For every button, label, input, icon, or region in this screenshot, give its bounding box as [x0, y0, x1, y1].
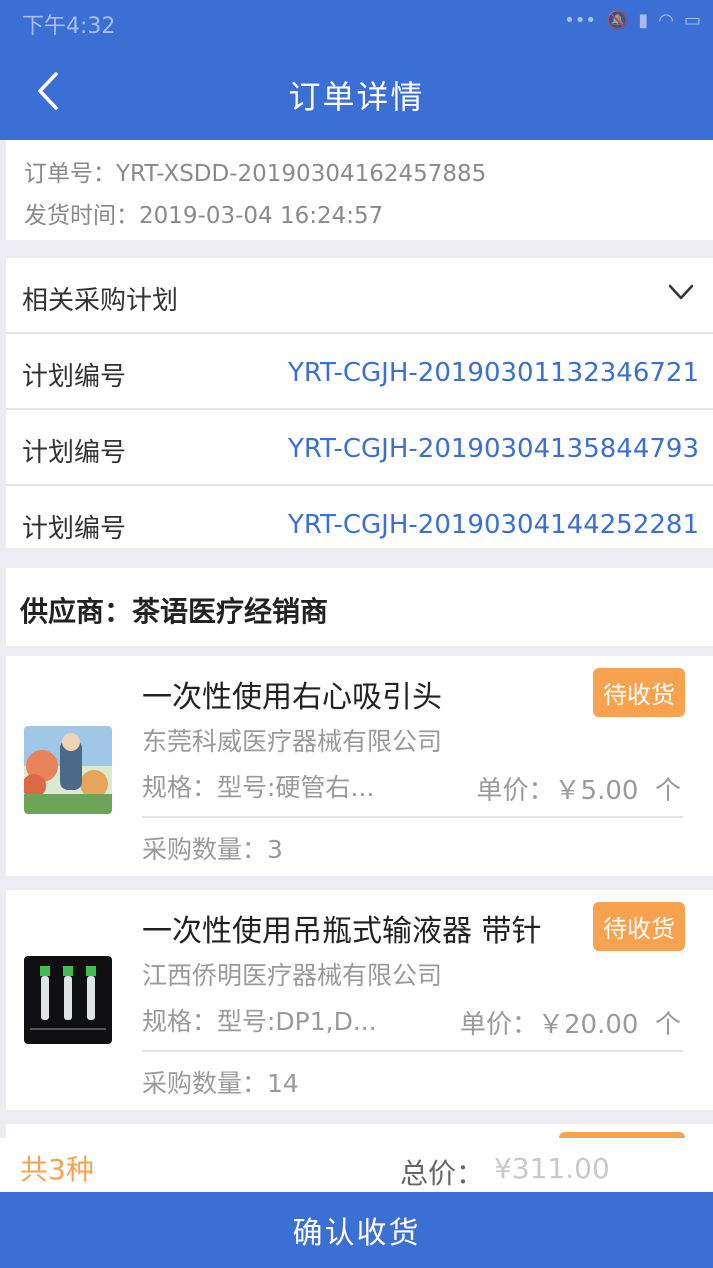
wifi-icon: ◠ [658, 10, 674, 31]
product-company: 东莞科威医疗器械有限公司 [142, 727, 443, 756]
order-summary: 共3种 总价： ¥311.00 [0, 1138, 713, 1192]
product-name: 一次性使用右心吸引头 [142, 680, 442, 715]
ship-time: 发货时间：2019-03-04 16:24:57 [24, 203, 384, 229]
status-time: 下午4:32 [22, 14, 116, 39]
product-price: 单价：￥5.00 个 [476, 776, 681, 806]
plan-number[interactable]: YRT-CGJH-20190301132346721 [288, 358, 699, 388]
plans-header[interactable]: 相关采购计划 [6, 258, 713, 334]
plan-label: 计划编号 [22, 514, 127, 544]
product-company: 江西侨明医疗器械有限公司 [142, 961, 443, 990]
status-icons: ••• 🔕 ▮ ◠ ▭ [564, 10, 701, 31]
product-spec: 规格：型号:硬管右... [142, 773, 375, 802]
status-badge: 待收货 [593, 668, 685, 717]
status-bar: 下午4:32 ••• 🔕 ▮ ◠ ▭ [0, 0, 713, 44]
product-quantity: 采购数量：14 [142, 1069, 299, 1098]
product-item[interactable]: 一次性使用吊瓶式输液器 带针 待收货 江西侨明医疗器械有限公司 规格：型号:DP… [6, 890, 713, 1110]
cell-signal-icon: ▮ [638, 10, 649, 31]
nav-bar: 订单详情 [0, 44, 713, 140]
product-image-icon [24, 956, 112, 1044]
product-price: 单价：￥20.00 个 [460, 1010, 681, 1040]
supplier-name: 供应商：茶语医疗经销商 [20, 595, 329, 628]
plan-label: 计划编号 [22, 438, 127, 468]
page-title: 订单详情 [288, 78, 425, 116]
order-info: 订单号：YRT-XSDD-20190304162457885 发货时间：2019… [6, 140, 713, 240]
ship-time-label: 发货时间 [24, 203, 116, 229]
signal-dots-icon: ••• [564, 10, 596, 31]
plan-row[interactable]: 计划编号 YRT-CGJH-20190301132346721 [6, 334, 713, 410]
chevron-down-icon[interactable] [667, 282, 695, 302]
order-number-value: YRT-XSDD-20190304162457885 [116, 161, 487, 187]
total-label: 总价： [400, 1157, 485, 1190]
product-image-icon [24, 726, 112, 814]
plan-number[interactable]: YRT-CGJH-20190304144252281 [288, 510, 699, 540]
plan-row[interactable]: 计划编号 YRT-CGJH-20190304144252281 [6, 486, 713, 560]
divider [142, 1050, 683, 1052]
item-count: 共3种 [20, 1153, 94, 1186]
product-quantity: 采购数量：3 [142, 835, 283, 864]
product-name: 一次性使用吊瓶式输液器 带针 [142, 914, 542, 949]
plan-number[interactable]: YRT-CGJH-20190304135844793 [288, 434, 699, 464]
supplier-header: 供应商：茶语医疗经销商 [6, 568, 713, 646]
ship-time-value: 2019-03-04 16:24:57 [139, 203, 384, 229]
confirm-receipt-button[interactable]: 确认收货 [0, 1192, 713, 1268]
plans-section-title: 相关采购计划 [22, 286, 179, 316]
divider [142, 816, 683, 818]
product-item[interactable]: 一次性使用右心吸引头 待收货 东莞科威医疗器械有限公司 规格：型号:硬管右...… [6, 656, 713, 876]
product-spec: 规格：型号:DP1,D... [142, 1007, 377, 1036]
plan-label: 计划编号 [22, 362, 127, 392]
status-badge: 待收货 [593, 902, 685, 951]
related-plans: 相关采购计划 计划编号 YRT-CGJH-20190301132346721 计… [6, 258, 713, 548]
order-number-label: 订单号 [24, 161, 93, 187]
plan-row[interactable]: 计划编号 YRT-CGJH-20190304135844793 [6, 410, 713, 486]
mute-icon: 🔕 [605, 10, 629, 31]
product-thumbnail [24, 726, 112, 814]
total-value: ¥311.00 [494, 1152, 610, 1185]
product-thumbnail [24, 956, 112, 1044]
order-number: 订单号：YRT-XSDD-20190304162457885 [24, 161, 487, 187]
battery-icon: ▭ [683, 10, 701, 31]
